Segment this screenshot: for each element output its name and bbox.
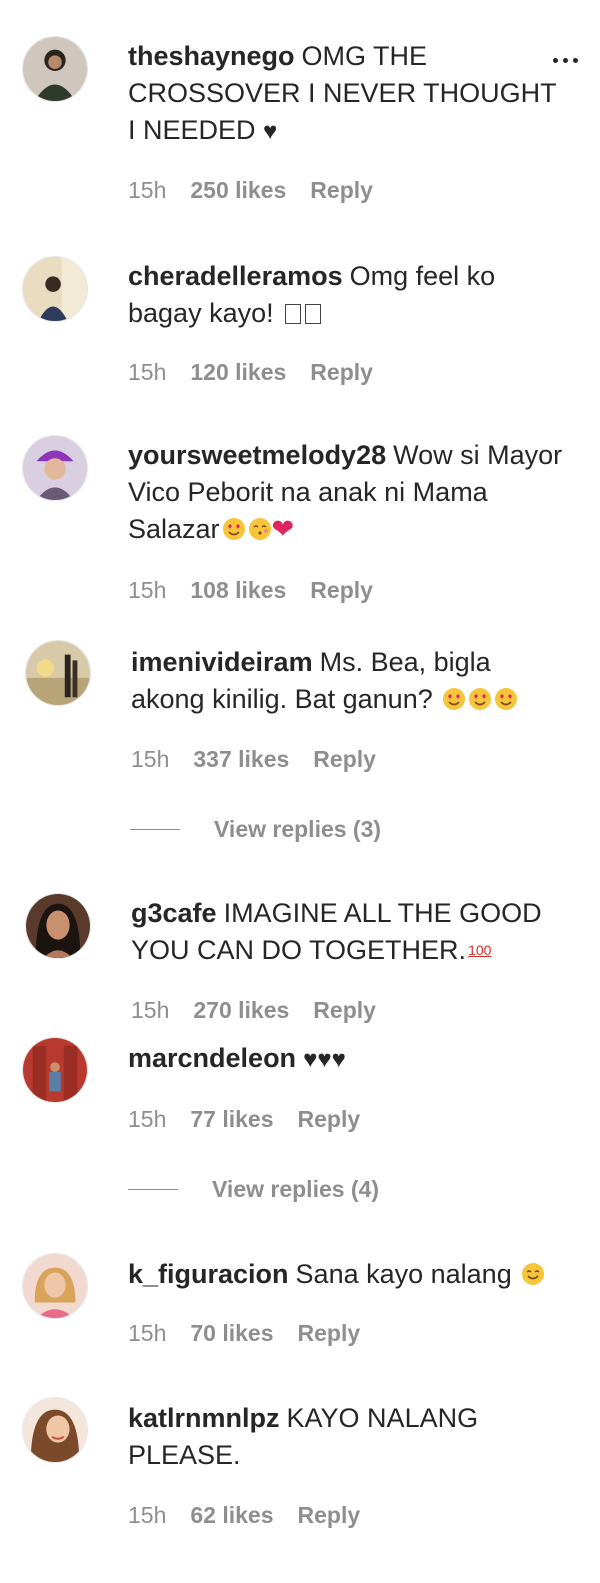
hundred-points-emoji: 100 xyxy=(468,942,492,958)
comment-likes[interactable]: 108 likes xyxy=(190,577,286,604)
reply-button[interactable]: Reply xyxy=(313,746,376,773)
kissing-face-emoji xyxy=(248,517,272,541)
comment-body: ♥♥♥ xyxy=(303,1046,346,1073)
missing-glyph-icon xyxy=(305,304,322,324)
comment-time: 15h xyxy=(128,359,167,385)
reply-button[interactable]: Reply xyxy=(298,1320,361,1347)
comment-likes[interactable]: 270 likes xyxy=(193,997,289,1024)
avatar[interactable] xyxy=(22,256,88,322)
view-replies-label[interactable]: View replies (3) xyxy=(214,816,381,843)
comment-time: 15h xyxy=(128,577,167,603)
reply-button[interactable]: Reply xyxy=(298,1106,361,1133)
comment-time: 15h xyxy=(128,1320,167,1346)
replies-divider xyxy=(128,1189,178,1190)
comment-text: katlrnmnlpz KAYO NALANG PLEASE. xyxy=(128,1400,568,1474)
red-heart-emoji: ❤ xyxy=(271,514,295,544)
comment-meta: 15h 250 likes Reply xyxy=(128,177,373,204)
avatar[interactable] xyxy=(22,1397,88,1463)
comment-time: 15h xyxy=(128,1106,167,1132)
comment-text: k_figuracion Sana kayo nalang xyxy=(128,1256,568,1293)
comment-username[interactable]: theshaynego xyxy=(128,41,295,71)
comment-username[interactable]: cheradelleramos xyxy=(128,261,343,291)
view-replies-label[interactable]: View replies (4) xyxy=(212,1176,379,1203)
avatar[interactable] xyxy=(22,1253,88,1319)
comment-text: theshaynego OMG THE CROSSOVER I NEVER THO… xyxy=(128,38,568,150)
comment-username[interactable]: k_figuracion xyxy=(128,1259,289,1289)
comment-time: 15h xyxy=(131,997,170,1023)
comment-meta: 15h 108 likes Reply xyxy=(128,577,373,604)
comment-text: imenivideiram Ms. Bea, bigla akong kinili… xyxy=(131,644,571,718)
comment-text: cheradelleramos Omg feel ko bagay kayo! xyxy=(128,258,568,332)
reply-button[interactable]: Reply xyxy=(310,177,373,204)
reply-button[interactable]: Reply xyxy=(310,359,373,386)
dot xyxy=(573,58,578,63)
comment-likes[interactable]: 62 likes xyxy=(190,1502,273,1529)
comment-username[interactable]: g3cafe xyxy=(131,898,217,928)
comment-username[interactable]: yoursweetmelody28 xyxy=(128,440,386,470)
comment-meta: 15h 62 likes Reply xyxy=(128,1502,360,1529)
comment-time: 15h xyxy=(128,177,167,203)
heart-eyes-emoji xyxy=(442,687,466,711)
comment-likes[interactable]: 250 likes xyxy=(190,177,286,204)
comment-meta: 15h 337 likes Reply xyxy=(131,746,376,773)
avatar[interactable] xyxy=(25,893,91,959)
comment-time: 15h xyxy=(128,1502,167,1528)
reply-button[interactable]: Reply xyxy=(298,1502,361,1529)
reply-button[interactable]: Reply xyxy=(310,577,373,604)
reply-button[interactable]: Reply xyxy=(313,997,376,1024)
avatar[interactable] xyxy=(22,36,88,102)
black-heart-emoji: ♥ xyxy=(263,118,278,145)
comment-body: Sana kayo nalang xyxy=(295,1259,512,1289)
comment-meta: 15h 270 likes Reply xyxy=(131,997,376,1024)
heart-eyes-emoji xyxy=(494,687,518,711)
comment-likes[interactable]: 77 likes xyxy=(190,1106,273,1133)
heart-eyes-emoji xyxy=(222,517,246,541)
comment-likes[interactable]: 337 likes xyxy=(193,746,289,773)
smiling-face-emoji xyxy=(521,1262,545,1286)
comment-text: marcndeleon ♥♥♥ xyxy=(128,1040,568,1078)
comment-likes[interactable]: 120 likes xyxy=(190,359,286,386)
comment-meta: 15h 120 likes Reply xyxy=(128,359,373,386)
view-replies-button[interactable]: View replies (4) xyxy=(128,1176,379,1203)
comment-text: yoursweetmelody28 Wow si Mayor Vico Pebor… xyxy=(128,437,568,548)
comment-meta: 15h 70 likes Reply xyxy=(128,1320,360,1347)
avatar[interactable] xyxy=(22,1037,88,1103)
missing-glyph-icon xyxy=(285,304,302,324)
replies-divider xyxy=(130,829,180,830)
heart-eyes-emoji xyxy=(468,687,492,711)
comment-username[interactable]: marcndeleon xyxy=(128,1043,296,1073)
comment-username[interactable]: katlrnmnlpz xyxy=(128,1403,280,1433)
view-replies-button[interactable]: View replies (3) xyxy=(130,816,381,843)
comment-username[interactable]: imenivideiram xyxy=(131,647,313,677)
avatar[interactable] xyxy=(22,435,88,501)
comment-time: 15h xyxy=(131,746,170,772)
comment-likes[interactable]: 70 likes xyxy=(190,1320,273,1347)
avatar[interactable] xyxy=(25,640,91,706)
comment-text: g3cafe IMAGINE ALL THE GOOD YOU CAN DO TO… xyxy=(131,895,571,969)
comment-meta: 15h 77 likes Reply xyxy=(128,1106,360,1133)
